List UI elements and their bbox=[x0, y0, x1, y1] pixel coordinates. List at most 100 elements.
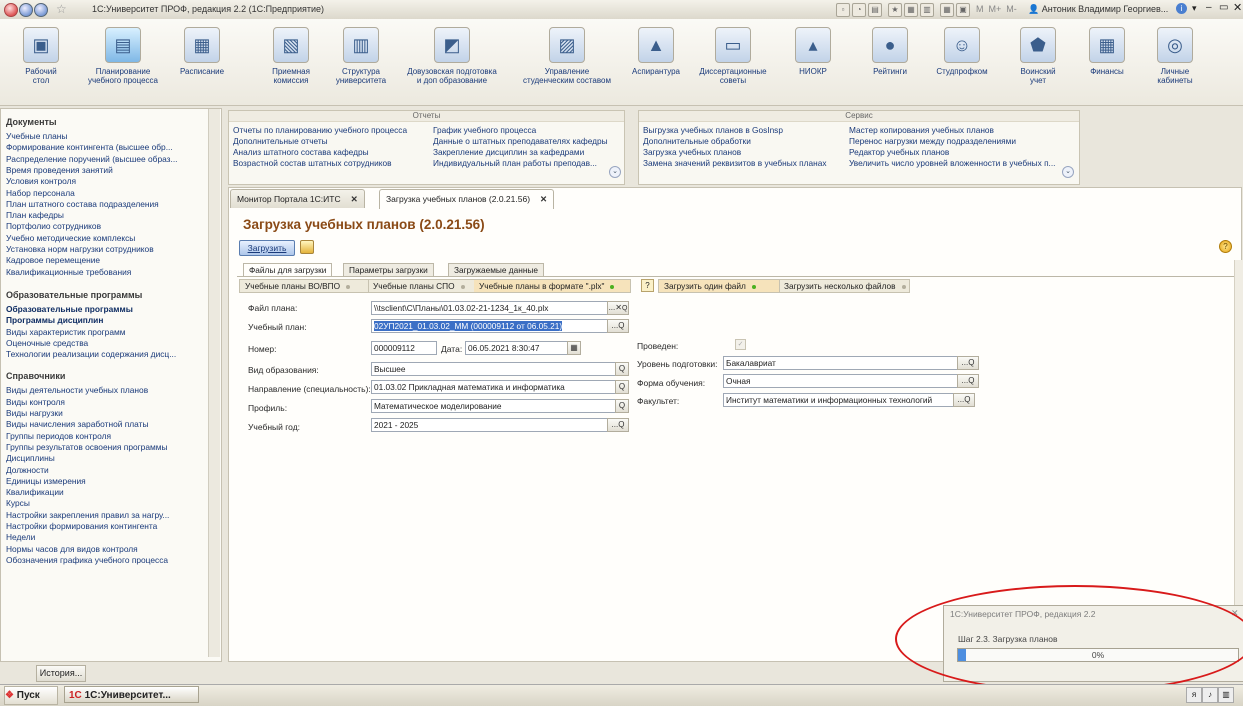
nav-item[interactable]: Кадровое перемещение bbox=[6, 255, 204, 265]
toolbar-item-1[interactable]: ▤ Планирование учебного процесса bbox=[84, 27, 162, 85]
calc-icon[interactable]: ▣ bbox=[956, 3, 970, 17]
nav-item[interactable]: Дисциплины bbox=[6, 453, 204, 463]
memory-buttons[interactable]: M M+ M- bbox=[976, 4, 1017, 14]
app-menu-icon[interactable] bbox=[4, 3, 18, 17]
table-icon[interactable]: ▦ bbox=[940, 3, 954, 17]
nav-item[interactable]: План кафедры bbox=[6, 210, 204, 220]
command-link[interactable]: Закрепление дисциплин за кафедрами bbox=[433, 147, 584, 157]
subtab-params[interactable]: Параметры загрузки bbox=[343, 263, 434, 277]
nav-item[interactable]: Квалификации bbox=[6, 487, 204, 497]
nav-item[interactable]: Виды характеристик программ bbox=[6, 327, 204, 337]
close-tab-icon[interactable]: ✕ bbox=[540, 194, 547, 204]
close-tab-icon[interactable]: ✕ bbox=[351, 194, 358, 204]
command-link[interactable]: Анализ штатного состава кафедры bbox=[233, 147, 369, 157]
file-browse-button[interactable]: ...✕Q bbox=[607, 301, 629, 315]
command-link[interactable]: Возрастной состав штатных сотрудников bbox=[233, 158, 391, 168]
nav-item[interactable]: Виды контроля bbox=[6, 397, 204, 407]
nav-item[interactable]: Набор персонала bbox=[6, 188, 204, 198]
maximize-icon[interactable]: ▭ bbox=[1219, 2, 1228, 13]
command-link[interactable]: Дополнительные отчеты bbox=[233, 136, 328, 146]
links-icon[interactable]: ▤ bbox=[868, 3, 882, 17]
nav-item[interactable]: Учебные планы bbox=[6, 131, 204, 141]
faculty-select-button[interactable]: ...Q bbox=[953, 393, 975, 407]
info-icon[interactable]: i bbox=[1176, 3, 1187, 14]
calendar-button[interactable]: ▦ bbox=[567, 341, 581, 355]
profile-input[interactable]: Математическое моделирование bbox=[371, 399, 617, 413]
nav-item[interactable]: Группы результатов освоения программы bbox=[6, 442, 204, 452]
nav-item[interactable]: Настройки формирования контингента bbox=[6, 521, 204, 531]
nav-item[interactable]: Курсы bbox=[6, 498, 204, 508]
print-icon[interactable]: ▥ bbox=[920, 3, 934, 17]
calendar-icon[interactable]: ▦ bbox=[904, 3, 918, 17]
toolbar-item-5[interactable]: ◩ Довузовская подготовка и доп образование bbox=[402, 27, 502, 85]
doc-icon[interactable]: ▫ bbox=[836, 3, 850, 17]
nav-item[interactable]: Обозначения графика учебного процесса bbox=[6, 555, 204, 565]
question-icon[interactable]: ? bbox=[641, 279, 654, 292]
history-icon[interactable]: ◔ bbox=[852, 3, 866, 17]
mode-single-file[interactable]: Загрузить один файл bbox=[659, 280, 780, 292]
nav-item[interactable]: Нормы часов для видов контроля bbox=[6, 544, 204, 554]
star-icon[interactable]: ★ bbox=[888, 3, 902, 17]
plan-type-plx[interactable]: Учебные планы в формате ".plx" bbox=[474, 280, 631, 292]
toolbar-item-6[interactable]: ▨ Управление студенческим составом bbox=[514, 27, 620, 85]
history-button[interactable]: История... bbox=[36, 665, 86, 682]
tab-load-plans[interactable]: Загрузка учебных планов (2.0.21.56) ✕ bbox=[379, 189, 555, 209]
nav-item[interactable]: Виды деятельности учебных планов bbox=[6, 385, 204, 395]
mode-multiple-files[interactable]: Загрузить несколько файлов bbox=[779, 280, 909, 292]
date-input[interactable]: 06.05.2021 8:30:47 bbox=[465, 341, 569, 355]
command-link[interactable]: Дополнительные обработки bbox=[643, 136, 751, 146]
tray-volume-icon[interactable]: ♪ bbox=[1202, 687, 1218, 703]
taskbar-app-item[interactable]: 1С 1С:Университет... bbox=[64, 686, 199, 703]
profile-select-icon[interactable]: Q bbox=[615, 399, 629, 413]
command-link[interactable]: Индивидуальный план работы преподав... bbox=[433, 158, 597, 168]
command-link[interactable]: Данные о штатных преподавателях кафедры bbox=[433, 136, 608, 146]
toolbar-item-12[interactable]: ⬟ Воинский учет bbox=[1010, 27, 1066, 85]
plan-type-vo[interactable]: Учебные планы ВО/ВПО bbox=[240, 280, 369, 292]
folder-icon[interactable] bbox=[300, 240, 314, 254]
nav-item[interactable]: Образовательные программы bbox=[6, 304, 204, 314]
service-expand-icon[interactable]: ⌄ bbox=[1062, 166, 1074, 178]
toolbar-item-3[interactable]: ▧ Приемная комиссия bbox=[262, 27, 320, 85]
plan-type-spo[interactable]: Учебные планы СПО bbox=[368, 280, 475, 292]
reports-expand-icon[interactable]: ⌄ bbox=[609, 166, 621, 178]
faculty-input[interactable]: Институт математики и информационных тех… bbox=[723, 393, 955, 407]
nav-item[interactable]: Виды нагрузки bbox=[6, 408, 204, 418]
toolbar-item-13[interactable]: ▦ Финансы bbox=[1084, 27, 1130, 76]
load-button[interactable]: Загрузить bbox=[239, 240, 295, 256]
nav-item[interactable]: Портфолио сотрудников bbox=[6, 221, 204, 231]
help-icon[interactable]: ? bbox=[1219, 240, 1232, 253]
command-link[interactable]: Перенос нагрузки между подразделениями bbox=[849, 136, 1016, 146]
tab-portal-monitor[interactable]: Монитор Портала 1С:ИТС ✕ bbox=[230, 189, 365, 208]
nav-item[interactable]: Группы периодов контроля bbox=[6, 431, 204, 441]
tray-lang-icon[interactable]: я bbox=[1186, 687, 1202, 703]
posted-checkbox[interactable]: ✓ bbox=[735, 339, 746, 350]
tray-network-icon[interactable]: ▥ bbox=[1218, 687, 1234, 703]
subtab-loaded-data[interactable]: Загружаемые данные bbox=[448, 263, 544, 277]
dropdown-icon[interactable]: ▾ bbox=[1192, 3, 1197, 14]
nav-item[interactable]: Программы дисциплин bbox=[6, 315, 204, 325]
file-input[interactable]: \\tsclient\C\Планы\01.03.02-21-1234_1к_4… bbox=[371, 301, 610, 315]
subtab-files[interactable]: Файлы для загрузки bbox=[243, 263, 333, 277]
form-select-button[interactable]: ...Q bbox=[957, 374, 979, 388]
command-link[interactable]: Увеличить число уровней вложенности в уч… bbox=[849, 158, 1055, 168]
nav-item[interactable]: План штатного состава подразделения bbox=[6, 199, 204, 209]
nav-item[interactable]: Настройки закрепления правил за нагру... bbox=[6, 510, 204, 520]
toolbar-item-4[interactable]: ▥ Структура университета bbox=[332, 27, 390, 85]
toolbar-item-8[interactable]: ▭ Диссертационные советы bbox=[692, 27, 774, 85]
nav-item[interactable]: Квалификационные требования bbox=[6, 267, 204, 277]
toolbar-item-9[interactable]: ▴ НИОКР bbox=[788, 27, 838, 76]
toolbar-item-10[interactable]: ● Рейтинги bbox=[862, 27, 918, 76]
close-icon[interactable]: ✕ bbox=[1233, 1, 1242, 14]
plan-input[interactable]: 02УП2021_01.03.02_ММ (000009112 от 06.05… bbox=[371, 319, 610, 333]
number-input[interactable]: 000009112 bbox=[371, 341, 437, 355]
toolbar-item-2[interactable]: ▦ Расписание bbox=[170, 27, 234, 76]
nav-item[interactable]: Должности bbox=[6, 465, 204, 475]
nav-item[interactable]: Оценочные средства bbox=[6, 338, 204, 348]
nav-item[interactable]: Условия контроля bbox=[6, 176, 204, 186]
command-link[interactable]: Выгрузка учебных планов в GosInsp bbox=[643, 125, 783, 135]
toolbar-item-11[interactable]: ☺ Студпрофком bbox=[930, 27, 994, 76]
user-name[interactable]: 👤 Антоник Владимир Георгиев... bbox=[1028, 4, 1168, 15]
form-of-study-input[interactable]: Очная bbox=[723, 374, 959, 388]
edu-type-select-icon[interactable]: Q bbox=[615, 362, 629, 376]
direction-input[interactable]: 01.03.02 Прикладная математика и информа… bbox=[371, 380, 617, 394]
